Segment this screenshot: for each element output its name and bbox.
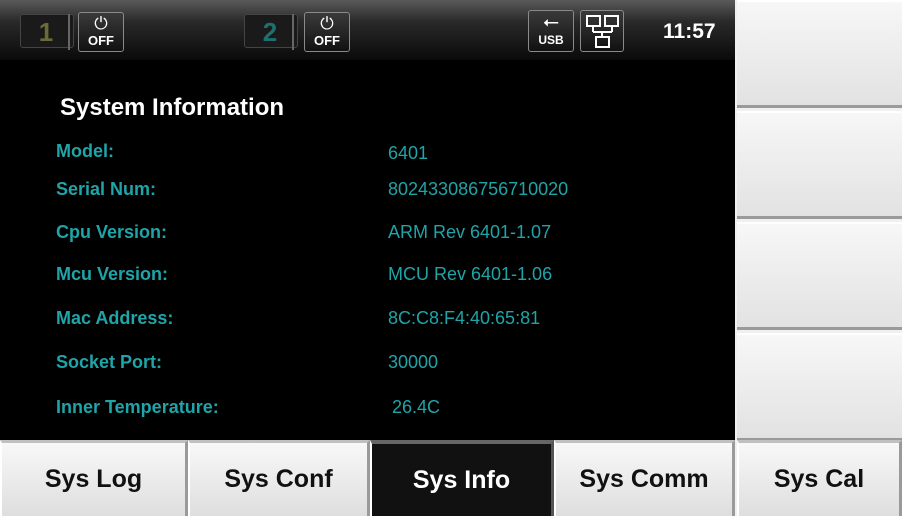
softkey-2[interactable] [737,111,902,219]
softkey-1[interactable] [737,0,902,108]
display-screen: 1 ⏻ OFF 2 ⏻ OFF ⭠ USB 11:57 System Infor… [0,0,735,440]
status-bar: 1 ⏻ OFF 2 ⏻ OFF ⭠ USB 11:57 [0,0,735,60]
network-status [580,10,624,52]
power-icon: ⏻ [320,14,334,33]
serial-number-label: Serial Num: [56,179,157,199]
model-label: Model: [56,141,114,161]
cpu-version-value: ARM Rev 6401-1.07 [388,222,552,242]
serial-number-value: 802433086756710020 [388,179,569,199]
model-value: 6401 [388,143,429,163]
channel-2-power-state: OFF [314,33,340,48]
usb-icon: ⭠ [543,11,559,33]
usb-status: ⭠ USB [528,10,574,52]
socket-port-label: Socket Port: [56,352,163,372]
divider [292,14,294,50]
clock: 11:57 [663,20,716,43]
tab-sys-info[interactable]: Sys Info [370,440,554,516]
mac-address-value: 8C:C8:F4:40:65:81 [388,308,541,328]
page-title: System Information [60,94,285,121]
softkey-3[interactable] [737,222,902,330]
mcu-version-label: Mcu Version: [56,264,169,284]
socket-port-value: 30000 [388,352,439,372]
channel-2-power-button[interactable]: ⏻ OFF [304,12,350,52]
power-icon: ⏻ [94,14,108,33]
usb-label: USB [538,33,564,47]
channel-1-number: 1 [38,17,54,47]
tab-sys-log[interactable]: Sys Log [0,440,188,516]
channel-1-power-state: OFF [88,33,114,48]
softkey-4[interactable] [737,333,902,441]
inner-temperature-value: 26.4C [392,397,441,417]
tab-sys-comm[interactable]: Sys Comm [554,440,735,516]
mcu-version-value: MCU Rev 6401-1.06 [388,264,553,284]
mac-address-label: Mac Address: [56,308,174,328]
tab-sys-cal[interactable]: Sys Cal [737,440,902,516]
inner-temperature-label: Inner Temperature: [56,397,219,417]
tab-sys-conf[interactable]: Sys Conf [188,440,370,516]
channel-1-power-button[interactable]: ⏻ OFF [78,12,124,52]
divider [68,14,70,50]
network-icon [586,15,619,48]
cpu-version-label: Cpu Version: [56,222,168,242]
channel-2-number: 2 [262,17,278,47]
